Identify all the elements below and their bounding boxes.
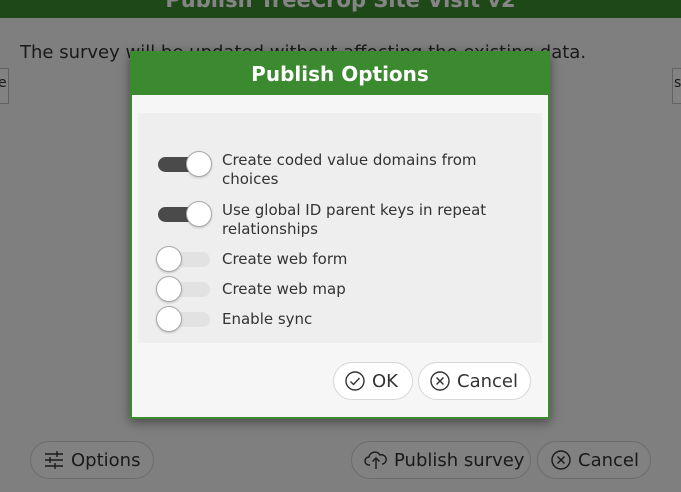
coded-domains-toggle[interactable] [156, 151, 212, 177]
option-enable-sync: Enable sync [156, 306, 502, 332]
options-panel: Create coded value domains from choices … [138, 113, 542, 343]
web-map-label: Create web map [222, 280, 346, 298]
cancel-circle-icon [429, 370, 451, 392]
check-circle-icon [344, 370, 366, 392]
ok-button[interactable]: OK [333, 362, 413, 400]
dialog-header: Publish Options [132, 53, 548, 95]
global-id-label: Use global ID parent keys in repeat rela… [222, 201, 487, 238]
option-web-map: Create web map [156, 276, 502, 302]
web-form-toggle[interactable] [156, 246, 212, 272]
web-form-label: Create web form [222, 250, 348, 268]
option-global-id-keys: Use global ID parent keys in repeat rela… [156, 201, 502, 239]
toggle-knob [186, 151, 212, 177]
dialog-cancel-button[interactable]: Cancel [418, 362, 531, 400]
toggle-knob [156, 276, 182, 302]
coded-domains-label: Create coded value domains from choices [222, 151, 477, 188]
toggle-knob [156, 246, 182, 272]
ok-label: OK [372, 370, 398, 392]
web-map-toggle[interactable] [156, 276, 212, 302]
sync-label: Enable sync [222, 310, 313, 328]
dialog-title: Publish Options [251, 62, 429, 86]
option-coded-value-domains: Create coded value domains from choices [156, 151, 502, 189]
dialog-cancel-label: Cancel [457, 370, 518, 392]
global-id-toggle[interactable] [156, 201, 212, 227]
sync-toggle[interactable] [156, 306, 212, 332]
toggle-knob [186, 201, 212, 227]
toggle-knob [156, 306, 182, 332]
publish-options-dialog: Publish Options Create coded value domai… [130, 51, 550, 419]
option-web-form: Create web form [156, 246, 502, 272]
